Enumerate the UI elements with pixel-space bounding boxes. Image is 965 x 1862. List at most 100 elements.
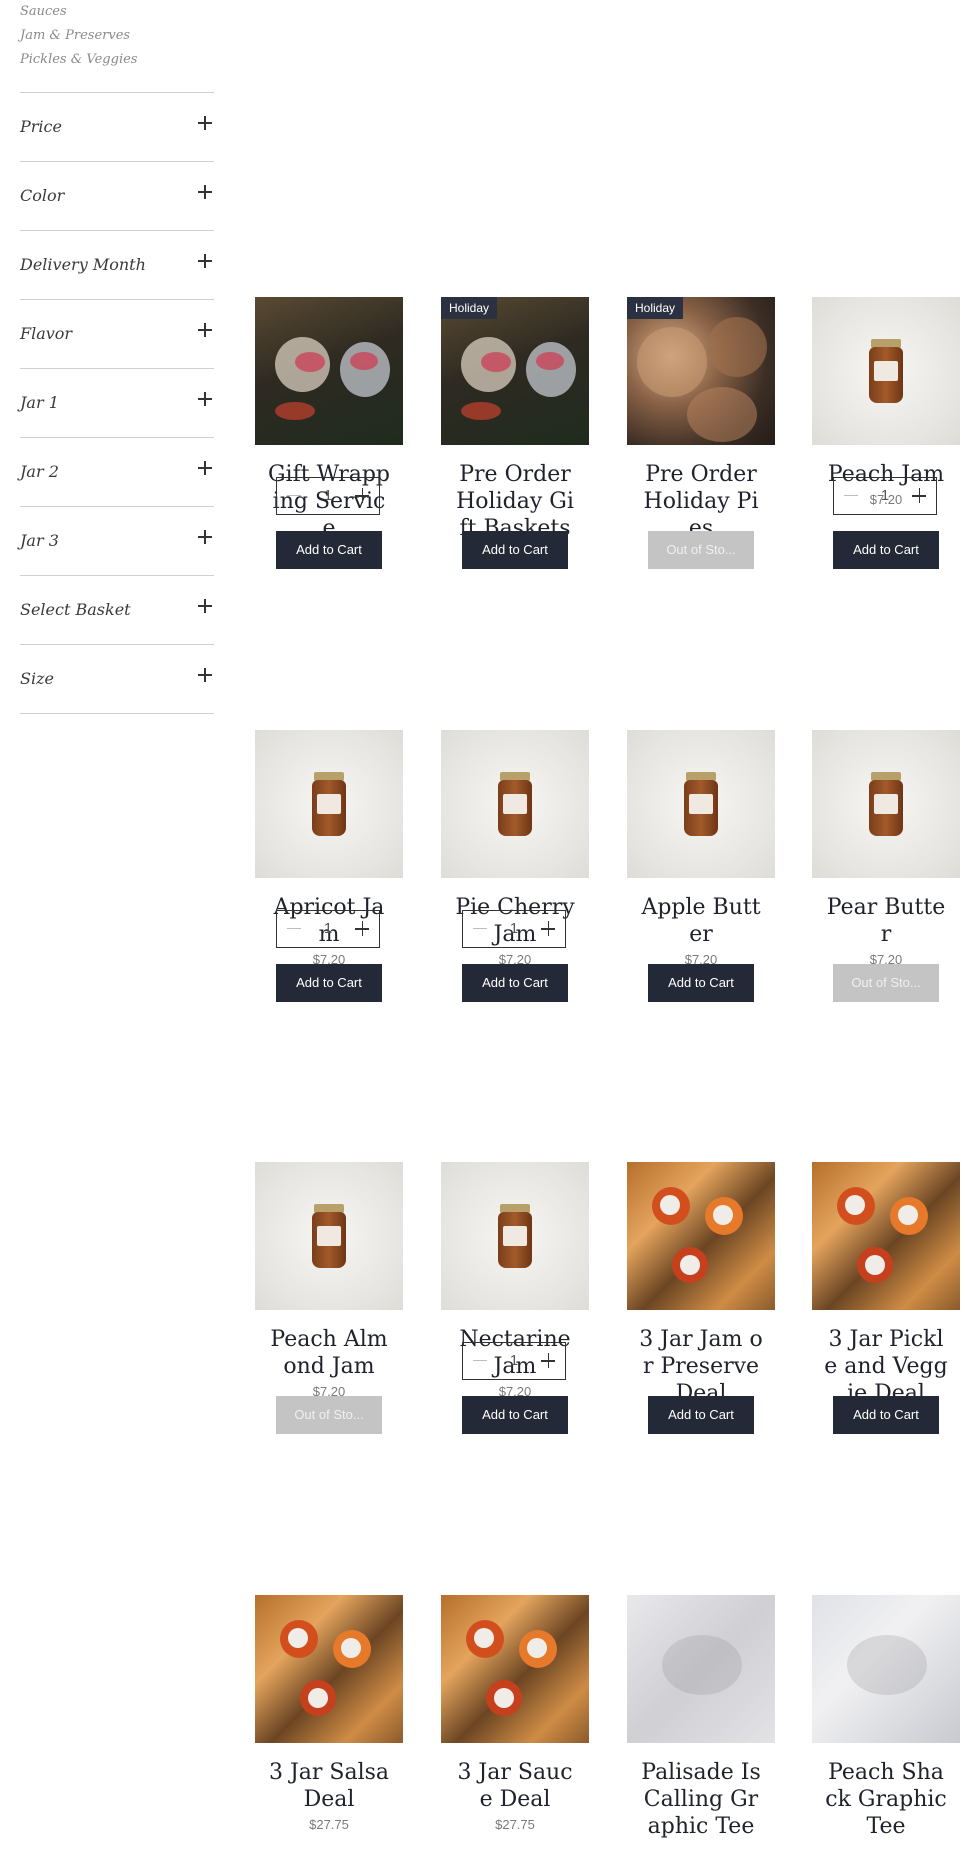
product-image[interactable]: [441, 730, 589, 878]
add-to-cart-button[interactable]: Add to Cart: [462, 531, 568, 569]
quantity-stepper[interactable]: 1: [276, 477, 380, 515]
product-image[interactable]: [255, 730, 403, 878]
expand-plus-icon[interactable]: [198, 391, 214, 407]
product-card[interactable]: Peach Shack Graphic Tee: [812, 1595, 960, 1840]
expand-plus-icon[interactable]: [198, 598, 214, 614]
add-to-cart-button[interactable]: Add to Cart: [833, 1396, 939, 1434]
quantity-value[interactable]: 1: [868, 478, 902, 514]
product-card[interactable]: Pear Butter $7.20 Out of Sto...: [812, 730, 960, 1002]
jar-shape: [684, 772, 718, 836]
product-card[interactable]: Apricot Jam $7.20 1 Add to Cart: [255, 730, 403, 1002]
quantity-value[interactable]: 1: [497, 911, 531, 947]
category-link-jam-preserves[interactable]: Jam & Preserves: [20, 24, 214, 48]
category-link-sauces[interactable]: Sauces: [20, 0, 214, 24]
increment-plus-icon[interactable]: [345, 911, 379, 947]
filter-jar-3[interactable]: Jar 3: [20, 506, 214, 575]
product-name[interactable]: 3 Jar Pickle and Veggie Deal: [812, 1326, 960, 1407]
product-image[interactable]: [441, 1595, 589, 1743]
add-to-cart-button[interactable]: Add to Cart: [276, 531, 382, 569]
product-card[interactable]: Nectarine Jam $7.20 1 Add to Cart: [441, 1162, 589, 1434]
expand-plus-icon[interactable]: [198, 667, 214, 683]
quantity-value[interactable]: 1: [311, 478, 345, 514]
product-name[interactable]: Peach Shack Graphic Tee: [812, 1759, 960, 1840]
product-image[interactable]: [812, 297, 960, 445]
filter-color[interactable]: Color: [20, 161, 214, 230]
decrement-minus-icon[interactable]: [277, 478, 311, 514]
product-card[interactable]: Gift Wrapping Service$15.001Add to Cart: [255, 297, 403, 569]
product-card[interactable]: 3 Jar Sauce Deal $27.75: [441, 1595, 589, 1832]
product-name[interactable]: Peach Almond Jam: [255, 1326, 403, 1380]
decrement-minus-icon[interactable]: [277, 911, 311, 947]
filter-delivery-month[interactable]: Delivery Month: [20, 230, 214, 299]
filter-flavor[interactable]: Flavor: [20, 299, 214, 368]
product-image[interactable]: [627, 730, 775, 878]
filter-price[interactable]: Price: [20, 92, 214, 161]
product-card[interactable]: 3 Jar Salsa Deal $27.75: [255, 1595, 403, 1832]
filter-jar-2[interactable]: Jar 2: [20, 437, 214, 506]
product-name[interactable]: Pre Order Holiday Gift Baskets: [441, 461, 589, 542]
add-to-cart-button[interactable]: Add to Cart: [648, 1396, 754, 1434]
increment-plus-icon[interactable]: [345, 478, 379, 514]
expand-plus-icon[interactable]: [198, 184, 214, 200]
quantity-value[interactable]: 1: [311, 911, 345, 947]
expand-plus-icon[interactable]: [198, 529, 214, 545]
quantity-stepper[interactable]: 1: [276, 910, 380, 948]
product-name[interactable]: 3 Jar Salsa Deal: [255, 1759, 403, 1813]
product-card[interactable]: Peach Almond Jam $7.20 Out of Sto...: [255, 1162, 403, 1434]
product-card[interactable]: HolidayPre Order Holiday Pies$25.75Out o…: [627, 297, 775, 569]
product-card[interactable]: Palisade Is Calling Graphic Tee: [627, 1595, 775, 1840]
product-image[interactable]: [441, 1162, 589, 1310]
increment-plus-icon[interactable]: [531, 1343, 565, 1379]
product-image[interactable]: [812, 1162, 960, 1310]
quantity-value[interactable]: 1: [497, 1343, 531, 1379]
expand-plus-icon[interactable]: [198, 322, 214, 338]
category-link-pickles-veggies[interactable]: Pickles & Veggies: [20, 48, 214, 72]
product-image[interactable]: [255, 1595, 403, 1743]
product-card[interactable]: Apple Butter $7.20 Add to Cart: [627, 730, 775, 1002]
product-name[interactable]: Palisade Is Calling Graphic Tee: [627, 1759, 775, 1840]
decrement-minus-icon[interactable]: [834, 478, 868, 514]
expand-plus-icon[interactable]: [198, 460, 214, 476]
product-price: $27.75: [309, 1817, 349, 1832]
out-of-stock-button[interactable]: Out of Sto...: [648, 531, 754, 569]
product-image[interactable]: [255, 1162, 403, 1310]
expand-plus-icon[interactable]: [198, 253, 214, 269]
add-to-cart-button[interactable]: Add to Cart: [462, 964, 568, 1002]
out-of-stock-button[interactable]: Out of Sto...: [276, 1396, 382, 1434]
add-to-cart-button[interactable]: Add to Cart: [462, 1396, 568, 1434]
product-card[interactable]: 3 Jar Pickle and Veggie Deal$27.75Add to…: [812, 1162, 960, 1434]
product-card[interactable]: HolidayPre Order Holiday Gift Baskets$19…: [441, 297, 589, 569]
product-card[interactable]: 3 Jar Jam or Preserve Deal$27.75Add to C…: [627, 1162, 775, 1434]
product-image[interactable]: Holiday: [627, 297, 775, 445]
product-image[interactable]: [812, 1595, 960, 1743]
decrement-minus-icon[interactable]: [463, 911, 497, 947]
product-name[interactable]: 3 Jar Sauce Deal: [441, 1759, 589, 1813]
product-image[interactable]: Holiday: [441, 297, 589, 445]
product-name[interactable]: Pre Order Holiday Pies: [627, 461, 775, 542]
expand-plus-icon[interactable]: [198, 115, 214, 131]
product-image[interactable]: [255, 297, 403, 445]
product-image[interactable]: [627, 1162, 775, 1310]
quantity-stepper[interactable]: 1: [462, 1342, 566, 1380]
increment-plus-icon[interactable]: [531, 911, 565, 947]
add-to-cart-button[interactable]: Add to Cart: [648, 964, 754, 1002]
quantity-stepper[interactable]: 1: [833, 477, 937, 515]
filter-jar-1[interactable]: Jar 1: [20, 368, 214, 437]
filter-label: Price: [20, 117, 62, 136]
product-name[interactable]: Apple Butter: [627, 894, 775, 948]
product-image[interactable]: [627, 1595, 775, 1743]
product-card[interactable]: Pie Cherry Jam $7.20 1 Add to Cart: [441, 730, 589, 1002]
out-of-stock-button[interactable]: Out of Sto...: [833, 964, 939, 1002]
product-name[interactable]: Pear Butter: [812, 894, 960, 948]
product-image[interactable]: [812, 730, 960, 878]
product-name[interactable]: 3 Jar Jam or Preserve Deal: [627, 1326, 775, 1407]
filter-label: Size: [20, 669, 54, 688]
quantity-stepper[interactable]: 1: [462, 910, 566, 948]
product-card[interactable]: Peach Jam $7.20 1 Add to Cart: [812, 297, 960, 569]
add-to-cart-button[interactable]: Add to Cart: [276, 964, 382, 1002]
filter-size[interactable]: Size: [20, 644, 214, 714]
increment-plus-icon[interactable]: [902, 478, 936, 514]
decrement-minus-icon[interactable]: [463, 1343, 497, 1379]
add-to-cart-button[interactable]: Add to Cart: [833, 531, 939, 569]
filter-select-basket[interactable]: Select Basket: [20, 575, 214, 644]
